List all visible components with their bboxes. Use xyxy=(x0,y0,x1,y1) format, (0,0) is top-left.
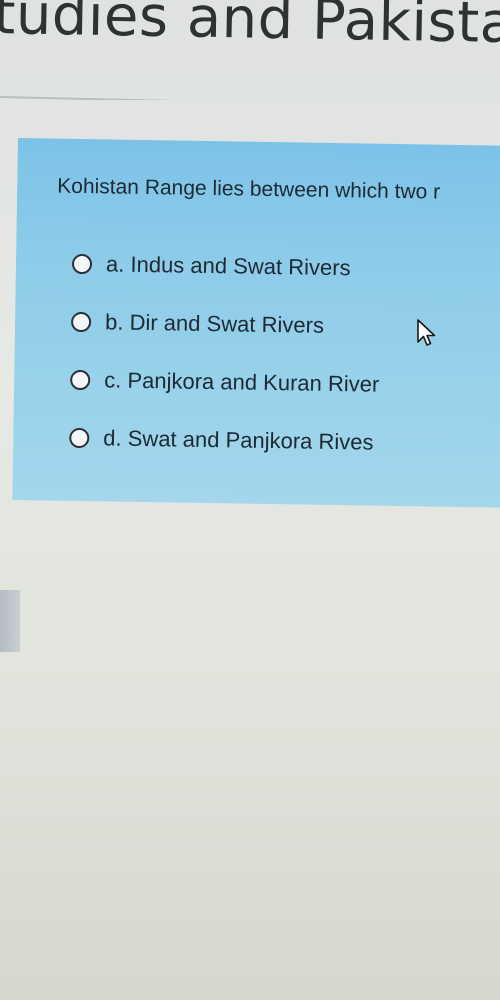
question-text: Kohistan Range lies between which two r xyxy=(57,174,441,204)
answer-option-label: a. Indus and Swat Rivers xyxy=(105,251,351,281)
header-divider xyxy=(0,96,500,100)
page-title: tudies and Pakistan xyxy=(0,0,500,57)
answer-options: a. Indus and Swat Rivers b. Dir and Swat… xyxy=(69,251,493,490)
side-panel-tab[interactable] xyxy=(0,590,20,652)
answer-option-c[interactable]: c. Panjkora and Kuran River xyxy=(70,367,491,432)
radio-button-d[interactable] xyxy=(69,427,90,449)
mouse-pointer-icon xyxy=(417,319,436,346)
answer-option-label: c. Panjkora and Kuran River xyxy=(104,367,380,397)
radio-button-b[interactable] xyxy=(70,311,92,333)
radio-button-a[interactable] xyxy=(71,253,93,275)
answer-option-d[interactable]: d. Swat and Panjkora Rives xyxy=(69,425,490,490)
radio-button-c[interactable] xyxy=(70,369,91,391)
answer-option-a[interactable]: a. Indus and Swat Rivers xyxy=(71,251,492,316)
answer-option-label: b. Dir and Swat Rivers xyxy=(104,309,325,338)
answer-option-label: d. Swat and Panjkora Rives xyxy=(103,425,374,455)
page-header: tudies and Pakistan xyxy=(0,0,500,100)
